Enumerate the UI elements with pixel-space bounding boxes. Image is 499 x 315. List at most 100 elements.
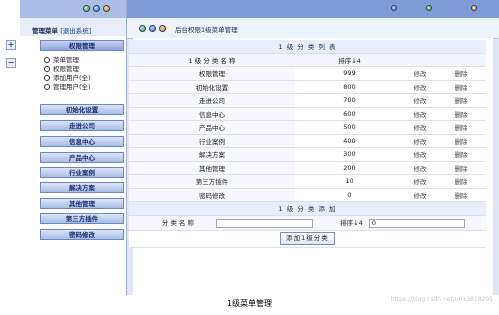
col-delete-header (436, 53, 486, 67)
sort-label: 排序↓4 (340, 219, 363, 228)
radio-bullet-icon (44, 66, 50, 72)
col-name-header: 1 级 分 类 名 称 (129, 53, 295, 67)
radio-bullet-icon (44, 75, 50, 81)
orange-ball-icon (159, 25, 166, 32)
delete-link[interactable]: 删除 (436, 93, 486, 108)
menu-group-plugins[interactable]: 第三方插件 (40, 213, 124, 224)
menu-group-info[interactable]: 信息中心 (40, 136, 124, 147)
menu-group-company[interactable]: 走进公司 (40, 120, 124, 131)
sort-input[interactable]: 0 (368, 218, 465, 228)
edit-link[interactable]: 修改 (404, 66, 436, 81)
radio-bullet-icon (44, 57, 50, 63)
add-caption: 1 级 分 类 添 加 (129, 201, 486, 216)
menu-group-init[interactable]: 初始化设置 (40, 104, 124, 115)
category-sort: 200 (295, 161, 404, 175)
category-name: 其他管理 (129, 161, 295, 175)
category-name: 产品中心 (129, 120, 295, 135)
delete-link[interactable]: 删除 (436, 161, 486, 175)
add-caption-row: 1 级 分 类 添 加 (129, 201, 486, 216)
top-tab (127, 0, 499, 16)
menu-sub-item[interactable]: 添加用户(全) (44, 74, 91, 83)
right-top-bar (127, 0, 499, 18)
expand-plus-icon[interactable]: + (6, 40, 16, 50)
collapse-minus-icon[interactable]: − (6, 58, 16, 68)
category-name-input[interactable] (216, 218, 314, 228)
menu-group-solutions[interactable]: 解决方案 (40, 182, 124, 193)
category-table: 1 级 分 类 列 表 1 级 分 类 名 称 排序↓4 权限管理 999 修改 删除… (129, 40, 486, 248)
edit-link[interactable]: 修改 (404, 134, 436, 148)
menu-group-other[interactable]: 其他管理 (40, 198, 124, 209)
delete-link[interactable]: 删除 (436, 188, 486, 202)
menu-sub-item[interactable]: 管理用户(全) (44, 83, 91, 92)
menu-title: 管理菜单 [退出系统] (32, 25, 91, 35)
menu-sub-item[interactable]: 权限管理 (44, 65, 79, 74)
blue-ball-icon (391, 5, 397, 11)
category-sort: 500 (295, 120, 404, 135)
delete-link[interactable]: 删除 (436, 134, 486, 148)
edit-link[interactable]: 修改 (404, 107, 436, 121)
category-name: 信息中心 (129, 107, 295, 121)
list-header-row: 1 级 分 类 名 称 排序↓4 (129, 53, 486, 67)
delete-link[interactable]: 删除 (436, 66, 486, 81)
frame-toggle-gutter: + − (0, 0, 20, 295)
table-row: 密码修改 0 修改 删除 (129, 188, 486, 202)
category-name: 走进公司 (129, 93, 295, 108)
edit-link[interactable]: 修改 (404, 80, 436, 94)
category-sort: 800 (295, 80, 404, 94)
list-caption-row: 1 级 分 类 列 表 (129, 40, 486, 54)
category-name: 解决方案 (129, 147, 295, 162)
exit-system-link[interactable]: [退出系统] (60, 27, 91, 35)
edit-link[interactable]: 修改 (404, 161, 436, 175)
category-sort: 700 (295, 93, 404, 108)
table-row: 走进公司 700 修改 删除 (129, 93, 486, 108)
left-top-bar (20, 0, 126, 18)
category-name: 初始化设置 (129, 80, 295, 94)
category-sort: 0 (295, 188, 404, 202)
edit-link[interactable]: 修改 (404, 188, 436, 202)
category-name: 第三方插件 (129, 174, 295, 189)
menu-group-cases[interactable]: 行业案例 (40, 167, 124, 178)
category-sort: 400 (295, 134, 404, 148)
delete-link[interactable]: 删除 (436, 120, 486, 135)
blue-ball-icon (93, 5, 100, 12)
green-ball-icon (83, 5, 90, 12)
menu-group-permission[interactable]: 权限管理 (40, 40, 124, 51)
table-row: 解决方案 300 修改 删除 (129, 147, 486, 162)
menu-title-text: 管理菜单 (32, 27, 58, 35)
delete-link[interactable]: 删除 (436, 147, 486, 162)
menu-sub-item[interactable]: 菜单管理 (44, 56, 79, 65)
delete-link[interactable]: 删除 (436, 107, 486, 121)
category-name: 行业案例 (129, 134, 295, 148)
add-button-row: 添加1级分类 (129, 230, 486, 248)
category-name: 密码修改 (129, 188, 295, 202)
green-ball-icon (426, 5, 432, 11)
orange-ball-icon (103, 5, 110, 12)
table-row: 产品中心 500 修改 删除 (129, 120, 486, 135)
table-row: 信息中心 600 修改 删除 (129, 107, 486, 121)
green-ball-icon (139, 25, 146, 32)
col-sort-header: 排序↓4 (295, 53, 404, 67)
add-form-cell: 分 类 名 称 排序↓4 0 (129, 215, 486, 231)
category-sort: 600 (295, 107, 404, 121)
edit-link[interactable]: 修改 (404, 147, 436, 162)
radio-bullet-icon (44, 84, 50, 90)
menu-group-products[interactable]: 产品中心 (40, 152, 124, 163)
table-row: 行业案例 400 修改 删除 (129, 134, 486, 148)
add-form-row: 分 类 名 称 排序↓4 0 (129, 215, 486, 231)
blue-ball-icon (149, 25, 156, 32)
category-name: 权限管理 (129, 66, 295, 81)
edit-link[interactable]: 修改 (404, 93, 436, 108)
table-row: 权限管理 999 修改 删除 (129, 66, 486, 81)
col-edit-header (404, 53, 436, 67)
delete-link[interactable]: 删除 (436, 174, 486, 189)
admin-screenshot: + − 管理菜单 [退出系统] 权限管理 菜单管理 权限管理 添加用户(全) 管… (0, 0, 499, 295)
menu-group-password[interactable]: 密码修改 (40, 229, 124, 240)
edit-link[interactable]: 修改 (404, 174, 436, 189)
left-menu-body: 权限管理 菜单管理 权限管理 添加用户(全) 管理用户(全) 初始化设置 走进公… (20, 36, 126, 295)
table-row: 初始化设置 800 修改 删除 (129, 80, 486, 94)
page-title: 后台权限1级菜单管理 (175, 26, 238, 34)
delete-link[interactable]: 删除 (436, 80, 486, 94)
edit-link[interactable]: 修改 (404, 120, 436, 135)
table-row: 其他管理 200 修改 删除 (129, 161, 486, 175)
add-category-button[interactable]: 添加1级分类 (280, 232, 335, 245)
